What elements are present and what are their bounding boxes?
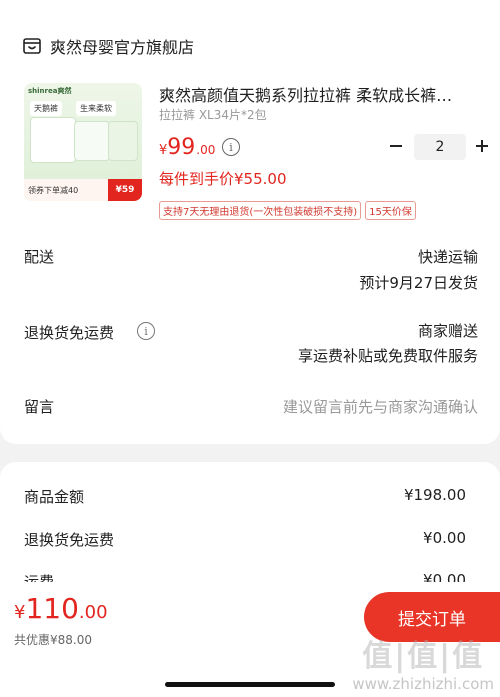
return-shipping-value: 商家赠送 (417, 322, 478, 340)
product-price: ¥ 99 .00 (159, 135, 215, 160)
message-input[interactable]: 建议留言前先与商家沟通确认 (283, 396, 478, 417)
image-tag: 天鹅裤 (30, 101, 62, 116)
total-price: ¥ 110 .00 (14, 592, 108, 625)
delivery-label: 配送 (24, 248, 55, 266)
quantity-input[interactable]: 2 (414, 134, 466, 160)
store-icon (23, 38, 41, 54)
summary-value: ¥0.00 (423, 529, 466, 547)
delivery-eta: 预计9月27日发货 (359, 274, 478, 292)
return-shipping-detail: 享运费补贴或免费取件服务 (297, 347, 478, 365)
order-card: 爽然母婴官方旗舰店 shinrea爽然 天鹅裤 生来柔软 领券下单减40 ¥59… (0, 0, 500, 444)
summary-label: 退换货免运费 (24, 531, 115, 549)
package-illustration (30, 117, 76, 163)
promo-price: ¥59 (108, 179, 142, 201)
quantity-decrease-button[interactable] (386, 136, 406, 156)
unit-price: 每件到手价¥55.00 (159, 170, 287, 188)
product-spec[interactable]: 拉拉裤 XL34片*2包 (159, 106, 267, 123)
summary-value: ¥198.00 (403, 486, 466, 504)
watermark: 值|值|值 www.zhizhizhi.com (352, 631, 494, 693)
watermark-logo: 值|值|值 (362, 639, 485, 674)
service-badges: 支持7天无理由退货(一次性包装破损不支持) 15天价保 (159, 201, 416, 220)
image-promo: 领券下单减40 ¥59 (24, 179, 142, 201)
image-tag: 生来柔软 (76, 101, 116, 116)
product-image[interactable]: shinrea爽然 天鹅裤 生来柔软 领券下单减40 ¥59 (24, 83, 142, 201)
package-illustration (74, 121, 110, 161)
watermark-url: www.zhizhizhi.com (352, 675, 494, 693)
message-label: 留言 (24, 398, 55, 416)
price-decimal: .00 (196, 143, 216, 157)
total-decimal: .00 (78, 602, 108, 623)
price-protection-badge[interactable]: 15天价保 (365, 201, 416, 220)
return-shipping-info-icon[interactable]: i (137, 322, 155, 340)
return-shipping-label: 退换货免运费 (24, 324, 115, 342)
total-discount[interactable]: 共优惠¥88.00 (14, 631, 92, 648)
image-brand: shinrea爽然 (28, 87, 72, 95)
total-integer: 110 (25, 592, 79, 625)
quantity-increase-button[interactable] (472, 136, 492, 156)
delivery-method[interactable]: 快递运输 (418, 246, 478, 267)
total-symbol: ¥ (14, 602, 26, 623)
return-policy-badge[interactable]: 支持7天无理由退货(一次性包装破损不支持) (159, 201, 362, 220)
promo-text: 领券下单减40 (28, 185, 79, 195)
summary-label: 商品金额 (24, 488, 85, 506)
home-indicator (165, 682, 335, 687)
price-integer: 99 (167, 135, 196, 160)
product-title[interactable]: 爽然高颜值天鹅系列拉拉裤 柔软成长裤… (159, 82, 484, 106)
price-symbol: ¥ (159, 143, 168, 158)
price-info-icon[interactable]: i (222, 138, 240, 156)
package-illustration (108, 121, 138, 161)
store-name: 爽然母婴官方旗舰店 (50, 38, 195, 57)
store-header[interactable]: 爽然母婴官方旗舰店 (22, 34, 194, 58)
